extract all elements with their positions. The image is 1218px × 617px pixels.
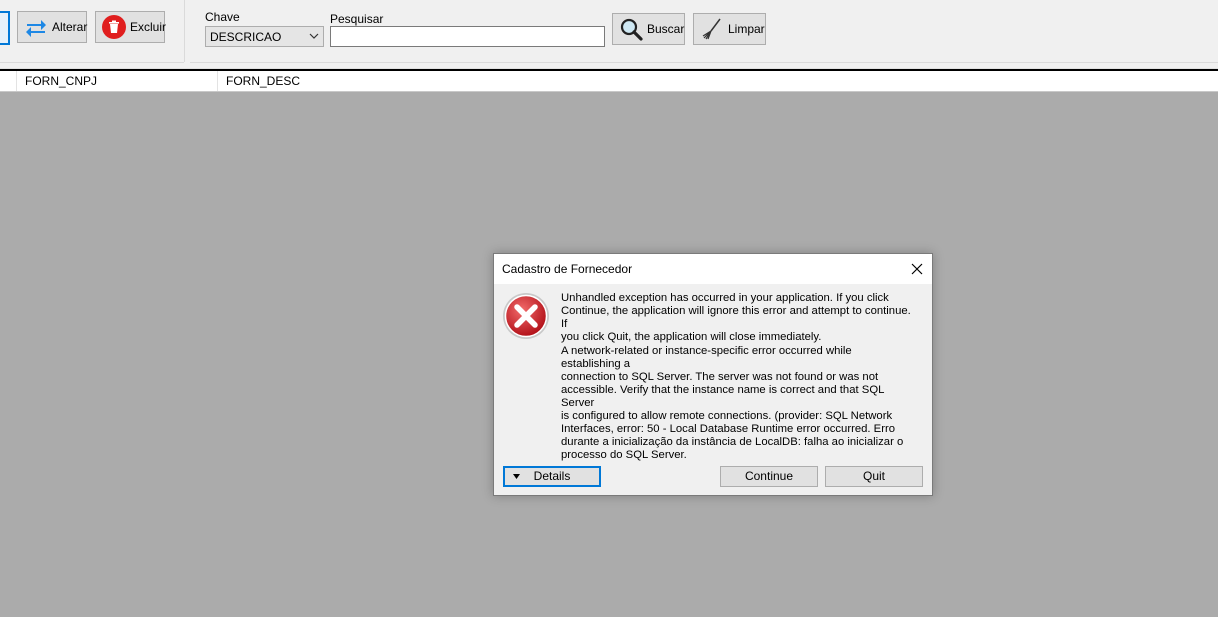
close-icon[interactable] — [910, 262, 924, 276]
chave-select[interactable]: DESCRICAO — [205, 26, 324, 47]
dialog-title: Cadastro de Fornecedor — [502, 262, 633, 276]
partial-button[interactable] — [0, 11, 10, 45]
magnifier-icon — [620, 18, 643, 41]
quit-label: Quit — [862, 469, 885, 483]
triangle-down-icon — [513, 474, 520, 479]
alterar-label: Alterar — [52, 20, 88, 34]
dialog-message-detail: A network-related or instance-specific e… — [561, 345, 904, 461]
alterar-button[interactable]: Alterar — [17, 11, 87, 43]
trash-icon — [102, 15, 126, 39]
pesquisar-input[interactable] — [330, 26, 605, 47]
buscar-button[interactable]: Buscar — [612, 13, 685, 45]
application-window: Alterar Excluir Chave DESCRICAO Pesquisa… — [0, 0, 1218, 617]
error-x-icon — [503, 293, 549, 339]
dialog-titlebar: Cadastro de Fornecedor — [494, 254, 932, 284]
chevron-down-icon — [309, 33, 319, 39]
error-dialog: Cadastro de Fornecedor Unhandled excepti… — [493, 253, 933, 496]
toolbar-group-line — [0, 62, 184, 63]
toolbar: Alterar Excluir Chave DESCRICAO Pesquisa… — [0, 0, 1218, 69]
continue-button[interactable]: Continue — [720, 466, 818, 487]
quit-button[interactable]: Quit — [825, 466, 923, 487]
limpar-label: Limpar — [728, 22, 765, 36]
buscar-label: Buscar — [647, 22, 685, 36]
continue-label: Continue — [744, 469, 794, 483]
grid-header: FORN_CNPJ FORN_DESC — [0, 71, 1218, 92]
toolbar-group-line — [190, 62, 1218, 63]
dialog-message-summary: Unhandled exception has occurred in your… — [561, 292, 911, 343]
column-header-forn-cnpj[interactable]: FORN_CNPJ — [17, 71, 218, 91]
refresh-arrows-icon — [26, 20, 46, 37]
limpar-button[interactable]: Limpar — [693, 13, 766, 45]
pesquisar-label: Pesquisar — [330, 12, 384, 26]
details-label: Details — [533, 469, 571, 483]
chave-select-value: DESCRICAO — [210, 29, 282, 44]
toolbar-separator — [184, 0, 185, 62]
excluir-label: Excluir — [130, 20, 167, 34]
details-button[interactable]: Details — [503, 466, 601, 487]
row-header-corner — [0, 71, 17, 91]
chave-label: Chave — [205, 10, 240, 24]
broom-icon — [702, 18, 721, 40]
column-header-forn-desc[interactable]: FORN_DESC — [218, 71, 1218, 91]
excluir-button[interactable]: Excluir — [95, 11, 167, 43]
